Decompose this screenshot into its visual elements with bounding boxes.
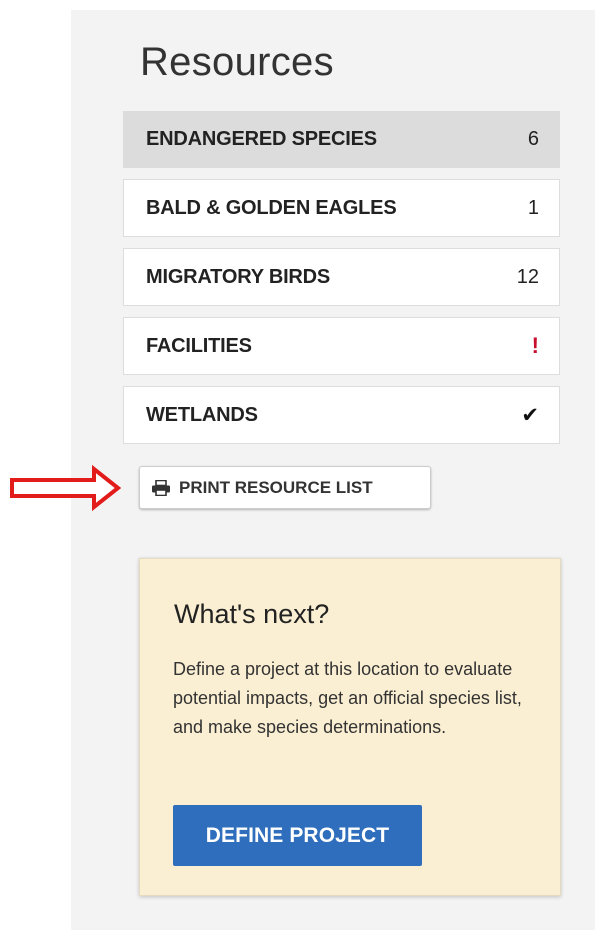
whats-next-title: What's next? <box>174 599 330 629</box>
resource-count: 6 <box>527 128 539 150</box>
print-button-label: PRINT RESOURCE LIST <box>179 477 373 497</box>
alert-icon: ! <box>531 333 539 358</box>
resource-label: WETLANDS <box>146 403 258 426</box>
resource-count: 1 <box>527 196 539 219</box>
resource-count: 12 <box>516 265 539 288</box>
resource-label: FACILITIES <box>146 334 252 357</box>
resource-item-endangered-species[interactable]: ENDANGERED SPECIES 6 <box>123 111 560 168</box>
print-resource-list-button[interactable]: PRINT RESOURCE LIST <box>139 466 431 509</box>
print-icon <box>151 479 173 496</box>
define-project-button[interactable]: DEFINE PROJECT <box>173 805 422 866</box>
whats-next-card: What's next? Define a project at this lo… <box>139 558 561 896</box>
resource-label: BALD & GOLDEN EAGLES <box>146 196 397 219</box>
resource-list: ENDANGERED SPECIES 6 BALD & GOLDEN EAGLE… <box>123 111 560 455</box>
resource-item-facilities[interactable]: FACILITIES ! <box>123 317 560 375</box>
resource-label: ENDANGERED SPECIES <box>146 128 377 150</box>
resource-item-migratory-birds[interactable]: MIGRATORY BIRDS 12 <box>123 248 560 306</box>
whats-next-description: Define a project at this location to eva… <box>173 659 522 737</box>
checkmark-icon: ✔ <box>521 403 539 427</box>
resource-item-wetlands[interactable]: WETLANDS ✔ <box>123 386 560 444</box>
resource-label: MIGRATORY BIRDS <box>146 265 331 288</box>
resource-item-bald-golden-eagles[interactable]: BALD & GOLDEN EAGLES 1 <box>123 179 560 237</box>
arrow-right-icon <box>10 464 122 512</box>
page-title: Resources <box>140 40 334 84</box>
